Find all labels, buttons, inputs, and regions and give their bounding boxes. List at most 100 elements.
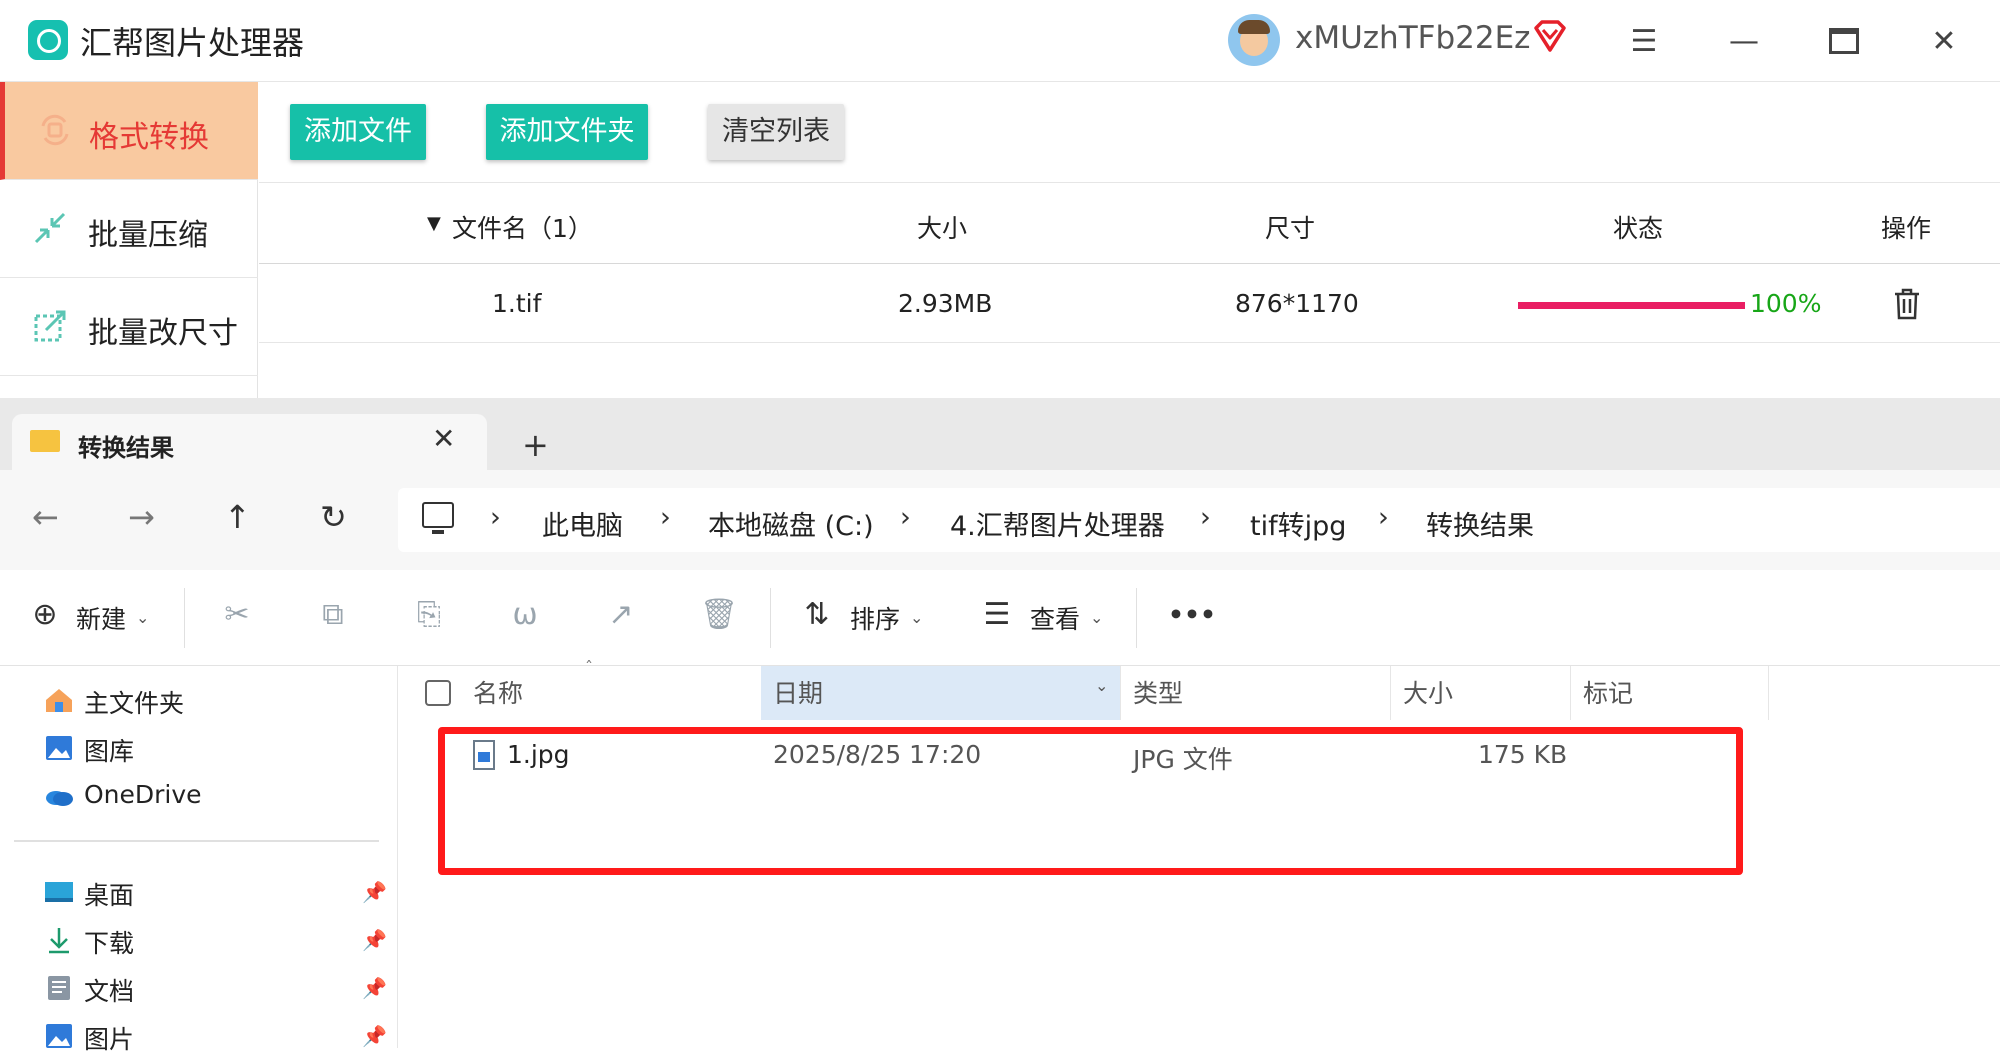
maximize-button[interactable] (1824, 22, 1864, 62)
nav-item-onedrive[interactable]: OneDrive (44, 776, 394, 816)
breadcrumb-tif-to-jpg[interactable]: tif转jpg (1250, 504, 1346, 543)
file-pane: ˆ 名称 日期 ⌄ 类型 大小 标记 1.jpg 2025/8/25 17:20… (399, 658, 2000, 1048)
chevron-right-icon: › (660, 502, 671, 533)
breadcrumb-app-folder[interactable]: 4.汇帮图片处理器 (950, 504, 1165, 543)
file-date: 2025/8/25 17:20 (773, 740, 982, 769)
download-icon (49, 928, 69, 954)
close-button[interactable]: ✕ (1924, 22, 1964, 62)
chevron-down-icon[interactable]: ⌄ (910, 608, 923, 627)
sidebar-item-label: 批量压缩 (88, 218, 208, 253)
desktop-icon (45, 882, 73, 902)
select-all-checkbox[interactable] (425, 680, 451, 706)
col-filename[interactable]: 文件名（1） (452, 209, 593, 245)
back-arrow-icon[interactable]: ← (32, 498, 59, 536)
file-type: JPG 文件 (1133, 745, 1233, 774)
app-window: 汇帮图片处理器 xMUzhTFb22Ez ☰ — ✕ 格式转换 批量压缩 批量改… (0, 0, 2000, 400)
share-icon[interactable]: ↗ (604, 598, 638, 632)
breadcrumb-this-pc[interactable]: 此电脑 (542, 504, 623, 543)
chevron-down-icon[interactable]: ⌄ (1095, 676, 1108, 695)
vip-diamond-icon[interactable] (1532, 18, 1568, 54)
forward-arrow-icon[interactable]: → (128, 498, 155, 536)
pin-icon[interactable]: 📌 (362, 1024, 387, 1048)
delete-icon[interactable]: 🗑 (700, 598, 738, 632)
pin-icon[interactable]: 📌 (362, 880, 387, 904)
col-type[interactable]: 类型 (1121, 666, 1391, 720)
gallery-icon (46, 736, 72, 760)
explorer-window: 转换结果 ✕ + ← → ↑ ↻ › 此电脑 › 本地磁盘 (C:) › 4.汇… (0, 398, 2000, 1054)
clear-list-button[interactable]: 清空列表 (708, 104, 844, 160)
view-icon[interactable]: ☰ (980, 598, 1014, 632)
pin-icon[interactable]: 📌 (362, 928, 387, 952)
user-avatar[interactable] (1228, 14, 1280, 66)
breadcrumb-local-disk[interactable]: 本地磁盘 (C:) (708, 504, 874, 543)
computer-icon (422, 502, 454, 534)
tab-title: 转换结果 (78, 434, 174, 462)
close-icon[interactable]: ✕ (432, 422, 455, 455)
refresh-icon[interactable]: ↻ (320, 498, 347, 536)
menu-icon[interactable]: ☰ (1624, 22, 1664, 62)
nav-item-label: 文档 (84, 977, 135, 1006)
explorer-navbar: ← → ↑ ↻ › 此电脑 › 本地磁盘 (C:) › 4.汇帮图片处理器 › … (0, 470, 2000, 570)
nav-item-gallery[interactable]: 图库 (44, 728, 394, 768)
nav-item-documents[interactable]: 文档 📌 (44, 968, 394, 1008)
divider (14, 840, 379, 842)
folder-icon (30, 430, 60, 452)
app-title: 汇帮图片处理器 (80, 24, 305, 62)
add-folder-button[interactable]: 添加文件夹 (486, 104, 648, 160)
chevron-right-icon: › (490, 502, 501, 533)
nav-item-home[interactable]: 主文件夹 (44, 680, 394, 720)
sidebar-item-compress[interactable]: 批量压缩 (0, 180, 258, 278)
cut-icon[interactable]: ✂ (220, 598, 254, 632)
file-size: 175 KB (1478, 740, 1568, 769)
row-dimensions: 876*1170 (1235, 289, 1359, 318)
chevron-down-icon[interactable]: ⌄ (1090, 608, 1103, 627)
row-filename: 1.tif (492, 289, 542, 318)
more-options-button[interactable]: ••• (1168, 600, 1216, 629)
col-name[interactable]: 名称 (461, 666, 761, 720)
chevron-down-icon[interactable]: ⌄ (136, 608, 149, 627)
command-bar: ⊕ 新建 ⌄ ✂ ⧉ ⎘ ⍵ ↗ 🗑 ⇅ 排序 ⌄ ☰ 查看 ⌄ ••• (0, 570, 2000, 666)
new-tab-button[interactable]: + (522, 426, 549, 464)
table-row[interactable]: 1.tif 2.93MB 876*1170 100% (259, 265, 2000, 343)
address-bar[interactable]: › 此电脑 › 本地磁盘 (C:) › 4.汇帮图片处理器 › tif转jpg … (398, 488, 2000, 552)
resize-icon (34, 310, 66, 342)
minimize-button[interactable]: — (1724, 22, 1764, 62)
nav-item-label: 主文件夹 (84, 689, 185, 718)
pin-icon[interactable]: 📌 (362, 976, 387, 1000)
progress-bar (1518, 302, 1745, 309)
sort-triangle-icon[interactable]: ▼ (427, 213, 441, 234)
tab-conversion-result[interactable]: 转换结果 ✕ (12, 414, 487, 472)
up-arrow-icon[interactable]: ↑ (224, 498, 251, 536)
divider (1136, 588, 1137, 648)
add-file-button[interactable]: 添加文件 (290, 104, 426, 160)
nav-item-desktop[interactable]: 桌面 📌 (44, 872, 394, 912)
divider (184, 588, 185, 648)
sidebar-item-format-convert[interactable]: 格式转换 (0, 82, 258, 180)
sidebar-item-resize[interactable]: 批量改尺寸 (0, 278, 258, 376)
app-logo-icon (28, 20, 68, 60)
chevron-right-icon: › (1200, 502, 1211, 533)
sidebar-item-label: 格式转换 (89, 120, 209, 155)
new-plus-icon[interactable]: ⊕ (28, 598, 62, 632)
breadcrumb-result[interactable]: 转换结果 (1426, 504, 1534, 543)
nav-item-downloads[interactable]: 下载 📌 (44, 920, 394, 960)
sidebar-item-label: 批量改尺寸 (88, 316, 238, 351)
new-button[interactable]: 新建 (76, 600, 126, 636)
col-size[interactable]: 大小 (1391, 666, 1571, 720)
row-size: 2.93MB (898, 289, 993, 318)
col-size: 大小 (917, 214, 968, 243)
copy-icon[interactable]: ⧉ (316, 598, 350, 632)
app-titlebar: 汇帮图片处理器 xMUzhTFb22Ez ☰ — ✕ (0, 0, 2000, 82)
sort-button[interactable]: 排序 (850, 600, 900, 636)
col-date[interactable]: 日期 (761, 666, 1121, 720)
view-button[interactable]: 查看 (1030, 600, 1080, 636)
nav-item-pictures[interactable]: 图片 📌 (44, 1016, 394, 1056)
col-tags[interactable]: 标记 (1571, 666, 1769, 720)
paste-icon[interactable]: ⎘ (412, 598, 446, 632)
username[interactable]: xMUzhTFb22Ez (1295, 20, 1530, 56)
document-icon (48, 976, 70, 1000)
sort-icon[interactable]: ⇅ (800, 598, 834, 632)
navigation-pane: 主文件夹 图库 OneDrive 桌面 📌 下载 📌 文档 📌 图片 📌 (0, 666, 398, 1054)
rename-icon[interactable]: ⍵ (508, 598, 542, 632)
delete-icon[interactable] (1891, 287, 1923, 321)
